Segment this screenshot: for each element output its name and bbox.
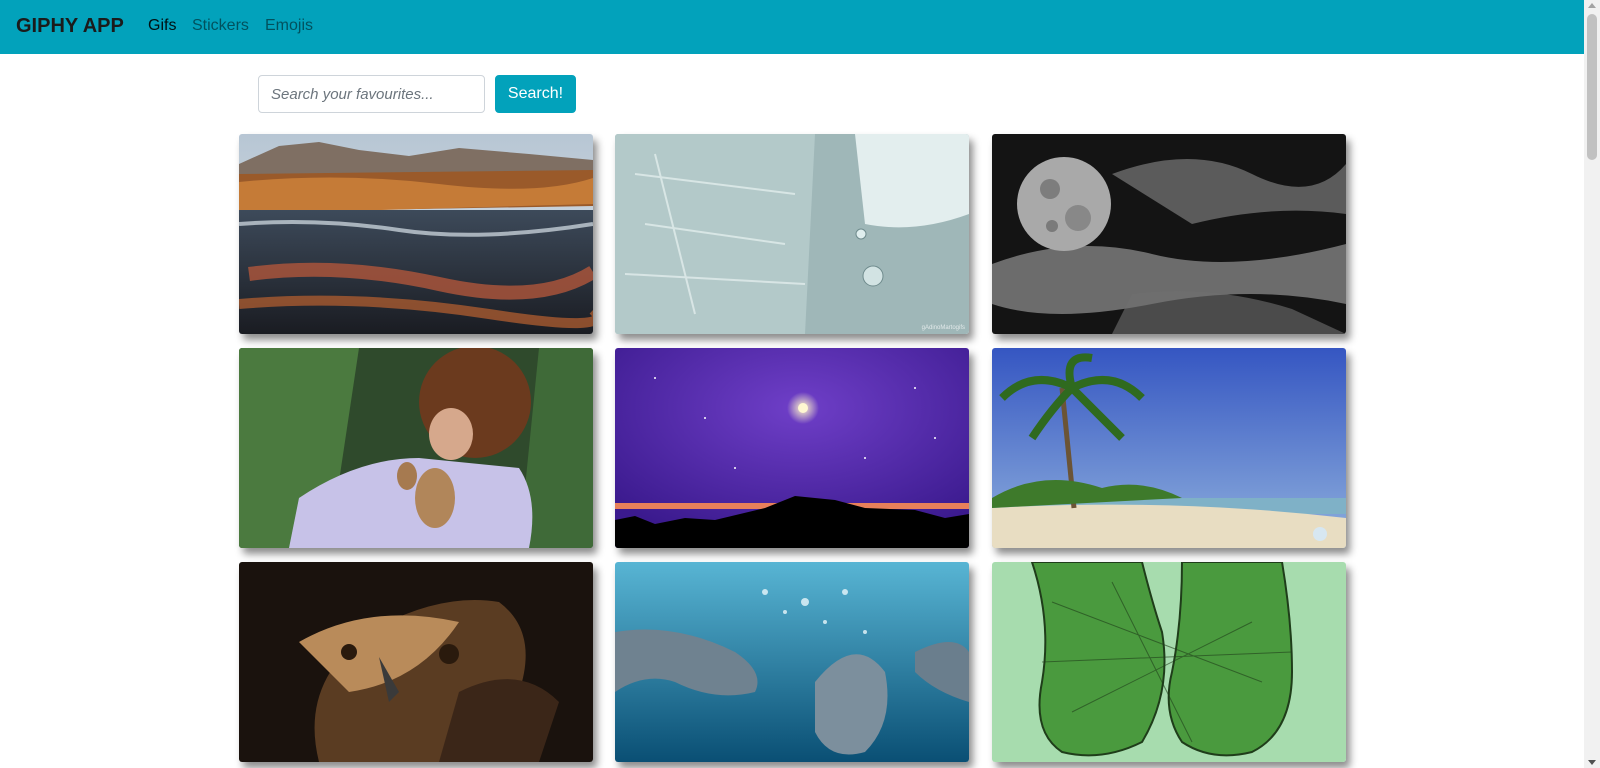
gif-card-starry-night[interactable]: [615, 348, 969, 548]
eagle-image: [239, 562, 593, 762]
scroll-thumb[interactable]: [1587, 14, 1597, 160]
search-input[interactable]: [258, 75, 485, 113]
brand-logo[interactable]: GIPHY APP: [16, 15, 124, 38]
nav-link-stickers[interactable]: Stickers: [192, 17, 249, 35]
nav-link-gifs[interactable]: Gifs: [148, 17, 176, 35]
starry-night-image: [615, 348, 969, 548]
gif-card-beach[interactable]: [992, 348, 1346, 548]
moon-image: [992, 134, 1346, 334]
gif-card-dolphins[interactable]: [615, 562, 969, 762]
top-navbar: GIPHY APP Gifs Stickers Emojis: [0, 0, 1584, 54]
scroll-down-arrow-icon[interactable]: [1588, 760, 1596, 765]
gif-card-moon[interactable]: [992, 134, 1346, 334]
gif-card-eagle[interactable]: [239, 562, 593, 762]
scroll-up-arrow-icon[interactable]: [1588, 3, 1596, 8]
gif-card-deer[interactable]: [239, 348, 593, 548]
gif-card-ice[interactable]: gAdinoMartogifs: [615, 134, 969, 334]
search-button[interactable]: Search!: [495, 75, 576, 113]
gif-watermark: gAdinoMartogifs: [921, 325, 965, 331]
gif-card-river[interactable]: [239, 134, 593, 334]
beach-image: [992, 348, 1346, 548]
deer-image: [239, 348, 593, 548]
river-image: [239, 134, 593, 334]
gif-card-green-feet[interactable]: [992, 562, 1346, 762]
dolphins-image: [615, 562, 969, 762]
nav-link-emojis[interactable]: Emojis: [265, 17, 313, 35]
green-feet-image: [992, 562, 1346, 762]
ice-image: [615, 134, 969, 334]
vertical-scrollbar[interactable]: [1584, 0, 1600, 768]
